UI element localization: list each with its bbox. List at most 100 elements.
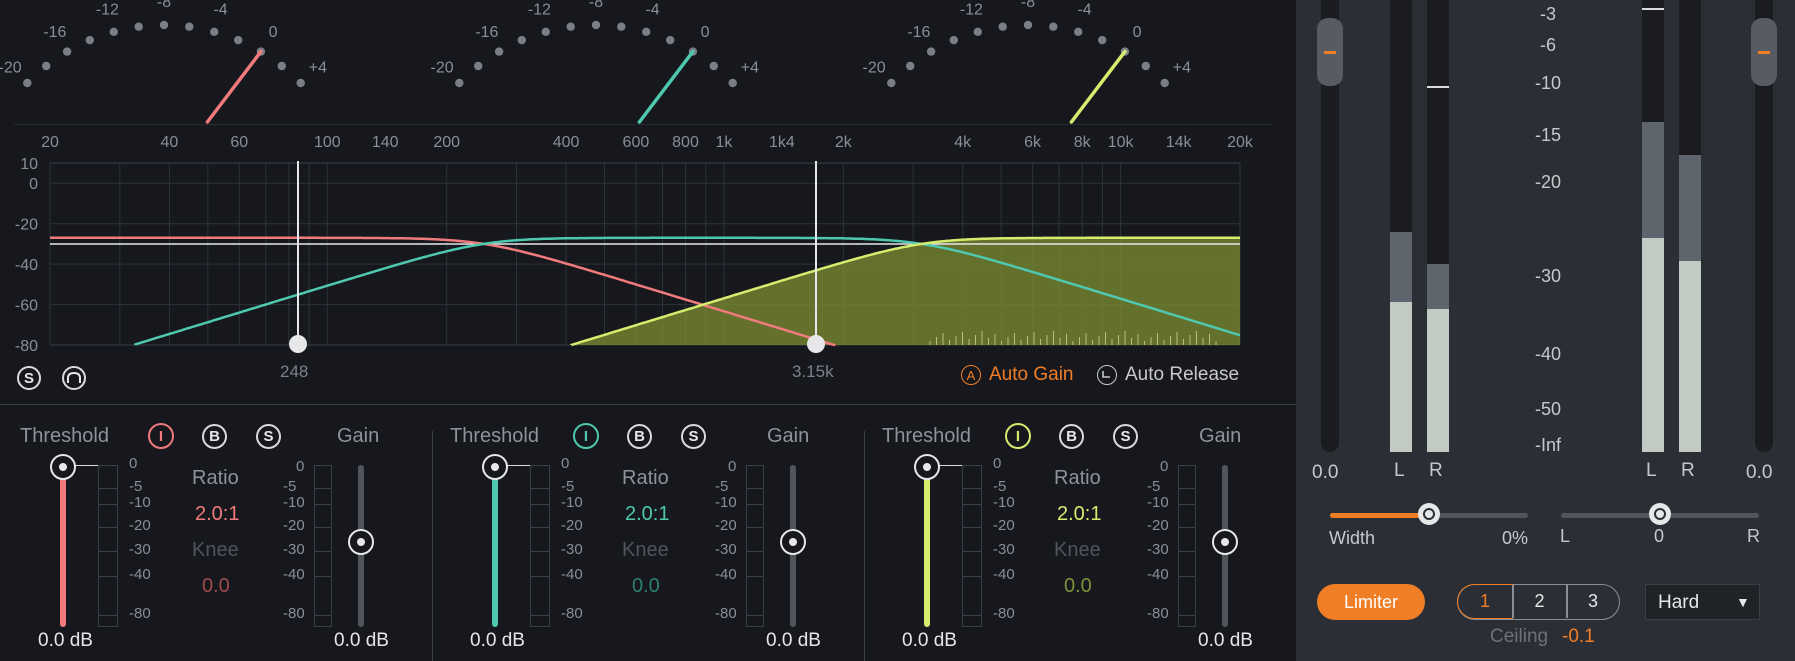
output-fader-handle[interactable] bbox=[1751, 18, 1777, 86]
output-meter-left bbox=[1642, 0, 1664, 452]
gain-value: 0.0 bbox=[766, 630, 793, 651]
meter-dot bbox=[185, 22, 194, 31]
threshold-fader-track[interactable] bbox=[492, 465, 498, 627]
band-bypass-icon[interactable]: I bbox=[1005, 423, 1031, 449]
width-slider-thumb[interactable] bbox=[1418, 503, 1440, 525]
threshold-scale-tick bbox=[530, 527, 550, 528]
gain-fader-thumb[interactable] bbox=[348, 529, 374, 555]
filter-shape-icon[interactable] bbox=[62, 366, 86, 390]
input-fader-handle[interactable] bbox=[1317, 18, 1343, 86]
threshold-scale-label: 0 bbox=[561, 455, 570, 472]
width-slider[interactable] bbox=[1330, 503, 1528, 525]
band-solo-button[interactable]: S bbox=[256, 424, 281, 449]
meter-dot bbox=[887, 78, 896, 88]
threshold-readout[interactable]: 0.0 dB bbox=[38, 630, 93, 652]
output-fader-marker bbox=[1758, 51, 1770, 54]
gain-scale-tick bbox=[314, 551, 332, 552]
threshold-fader-thumb[interactable] bbox=[914, 454, 940, 480]
limiter-button[interactable]: Limiter bbox=[1317, 584, 1425, 620]
meter-dot bbox=[134, 22, 143, 31]
band-bypass-button[interactable]: B bbox=[1059, 424, 1084, 449]
pan-slider[interactable] bbox=[1561, 503, 1759, 525]
auto-gain-toggle[interactable]: A Auto Gain bbox=[961, 364, 1074, 386]
threshold-fader-track[interactable] bbox=[924, 465, 930, 627]
meter-dot bbox=[455, 78, 464, 88]
crossover-freq-1: 248 bbox=[280, 362, 309, 381]
gain-scale-tick bbox=[1178, 465, 1196, 466]
threshold-unit: dB bbox=[933, 630, 957, 651]
threshold-scale-tick bbox=[98, 551, 118, 552]
band-b-label: B bbox=[1066, 428, 1077, 445]
threshold-scale-label: -80 bbox=[129, 605, 151, 622]
threshold-scale-tick bbox=[962, 527, 982, 528]
width-label: Width bbox=[1329, 528, 1376, 548]
output-meter-label-r: R bbox=[1681, 460, 1695, 481]
band-bypass-icon[interactable]: I bbox=[573, 423, 599, 449]
ratio-value[interactable]: 2.0:1 bbox=[195, 503, 239, 526]
knee-value[interactable]: 0.0 bbox=[1064, 575, 1092, 598]
band-solo-button[interactable]: S bbox=[1113, 424, 1138, 449]
output-meter-left-peak bbox=[1642, 122, 1664, 238]
crossover-handle-2[interactable] bbox=[807, 335, 825, 353]
pan-slider-thumb[interactable] bbox=[1649, 503, 1671, 525]
gain-scale-label: 0 bbox=[728, 458, 737, 475]
knee-value[interactable]: 0.0 bbox=[202, 575, 230, 598]
band-bypass-icon[interactable]: I bbox=[148, 423, 174, 449]
gain-readout[interactable]: 0.0 dB bbox=[334, 630, 389, 652]
mode-3-button[interactable]: 3 bbox=[1567, 585, 1619, 618]
pan-right-label: R bbox=[1747, 526, 1760, 546]
width-thumb-ring bbox=[1423, 508, 1435, 520]
gain-fader-thumb[interactable] bbox=[780, 529, 806, 555]
mode-1-button[interactable]: 1 bbox=[1457, 584, 1513, 619]
crossover-graph[interactable]: 10 0 -20 -40 -60 -80 bbox=[0, 155, 1296, 360]
threshold-fader-thumb[interactable] bbox=[482, 454, 508, 480]
solo-icon[interactable]: S bbox=[17, 366, 41, 390]
limiter-knee-select[interactable]: Hard ▼ bbox=[1645, 584, 1760, 620]
meter-dot bbox=[277, 61, 286, 71]
freq-label: 400 bbox=[553, 134, 580, 151]
ceiling-value[interactable]: -0.1 bbox=[1562, 626, 1595, 648]
gain-scale bbox=[1178, 465, 1196, 627]
threshold-scale-tick bbox=[962, 551, 982, 552]
threshold-readout[interactable]: 0.0 dB bbox=[470, 630, 525, 652]
gain-readout[interactable]: 0.0 dB bbox=[766, 630, 821, 652]
threshold-scale-label: 0 bbox=[993, 455, 1002, 472]
threshold-scale-label: -80 bbox=[993, 605, 1015, 622]
crossover-handle-1[interactable] bbox=[289, 335, 307, 353]
multiband-compressor-panel: -20 -16 -12 -8 -4 0 +4 -20 -16 -12 -8 -4 0 +4 -20 -16 -1… bbox=[0, 0, 1296, 661]
gain-scale bbox=[746, 465, 764, 627]
freq-label: 20 bbox=[41, 134, 59, 151]
knee-label: Knee bbox=[192, 539, 239, 561]
threshold-fader-track[interactable] bbox=[60, 465, 66, 627]
knee-value[interactable]: 0.0 bbox=[632, 575, 660, 598]
gain-scale-label: -80 bbox=[1147, 605, 1169, 622]
gain-scale-tick bbox=[746, 615, 764, 616]
ratio-value[interactable]: 2.0:1 bbox=[625, 503, 669, 526]
output-meter-left-rms bbox=[1642, 238, 1664, 452]
meter-dot bbox=[296, 78, 305, 88]
meter-dot bbox=[709, 61, 718, 71]
mode-1-label: 1 bbox=[1479, 591, 1490, 611]
meter-dot bbox=[642, 27, 651, 36]
input-meter-right-rms bbox=[1427, 309, 1449, 452]
gain-readout[interactable]: 0.0 dB bbox=[1198, 630, 1253, 652]
crossover-freq-2: 3.15k bbox=[792, 362, 834, 381]
gain-scale-label: -5 bbox=[1147, 478, 1161, 495]
threshold-readout[interactable]: 0.0 dB bbox=[902, 630, 957, 652]
meter-dot bbox=[926, 47, 936, 56]
gain-scale-tick bbox=[746, 576, 764, 577]
band-solo-button[interactable]: S bbox=[681, 424, 706, 449]
band-bypass-button[interactable]: B bbox=[627, 424, 652, 449]
auto-release-toggle[interactable]: Auto Release bbox=[1097, 364, 1239, 386]
mode-2-button[interactable]: 2 bbox=[1513, 585, 1566, 618]
band-b-label: B bbox=[209, 428, 220, 445]
ratio-value[interactable]: 2.0:1 bbox=[1057, 503, 1101, 526]
gain-fader-thumb[interactable] bbox=[1212, 529, 1238, 555]
gain-scale bbox=[314, 465, 332, 627]
meter-dot bbox=[541, 27, 550, 36]
band-bypass-button[interactable]: B bbox=[202, 424, 227, 449]
gr-meter-2: -20 -16 -12 -8 -4 0 +4 bbox=[431, 0, 759, 124]
threshold-fader-thumb[interactable] bbox=[50, 454, 76, 480]
gain-label: Gain bbox=[337, 425, 380, 447]
db-label: -80 bbox=[15, 338, 38, 355]
